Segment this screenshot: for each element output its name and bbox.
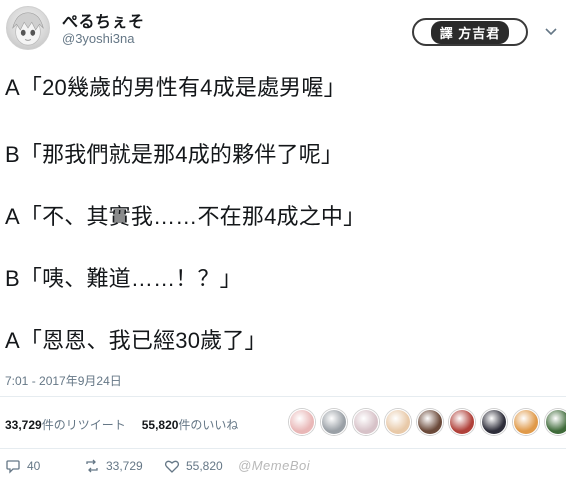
liker-avatar-icon[interactable] (449, 409, 475, 435)
like-stat[interactable]: 55,820件のいいね (142, 418, 239, 432)
liker-avatar-icon[interactable] (289, 409, 315, 435)
tweet-line-3: A「不、其實我……不在那4成之中」 (5, 204, 366, 229)
tweet-line-5: A「恩恩、我已經30歲了」 (5, 328, 267, 353)
watermark: @MemeBoi (238, 458, 311, 473)
engagement-stats: 33,729件のリツイート 55,820件のいいね (5, 416, 238, 433)
tweet-timestamp[interactable]: 7:01 - 2017年9月24日 (5, 372, 122, 389)
retweet-stat-label: 件のリツイート (41, 418, 126, 432)
liker-avatar-icon[interactable] (545, 409, 566, 435)
tweet-line-4: B「咦、難道……！？」 (5, 266, 242, 291)
reply-icon (6, 460, 20, 474)
retweet-stat[interactable]: 33,729件のリツイート (5, 418, 126, 432)
like-stat-count: 55,820 (141, 418, 179, 432)
liker-avatars (289, 409, 566, 435)
retweet-stat-count: 33,729 (5, 418, 42, 432)
profile-avatar[interactable] (6, 6, 50, 50)
like-count: 55,820 (186, 459, 223, 473)
retweet-button[interactable]: 33,729 (84, 458, 143, 474)
chevron-down-icon[interactable] (544, 24, 558, 38)
liker-avatar-icon[interactable] (417, 409, 443, 435)
divider (0, 396, 566, 397)
follow-button-label: 譯 方吉君 (430, 20, 510, 44)
anime-avatar-icon (12, 12, 44, 46)
tweet-line-2: B「那我們就是那4成的夥伴了呢」 (5, 142, 344, 167)
retweet-icon (86, 459, 98, 473)
retweet-count: 33,729 (106, 459, 143, 473)
like-button[interactable]: 55,820 (164, 458, 223, 474)
reply-button[interactable]: 40 (5, 458, 40, 474)
liker-avatar-icon[interactable] (385, 409, 411, 435)
liker-avatar-icon[interactable] (353, 409, 379, 435)
heart-icon (164, 460, 180, 473)
tweet-line-1: A「20幾歲的男性有4成是處男喔」 (5, 75, 346, 100)
liker-avatar-icon[interactable] (481, 409, 507, 435)
liker-avatar-icon[interactable] (513, 409, 539, 435)
follow-button[interactable]: 譯 方吉君 (412, 18, 528, 46)
reply-count: 40 (27, 459, 41, 473)
divider (0, 448, 566, 449)
user-handle[interactable]: @3yoshi3na (62, 31, 134, 46)
liker-avatar-icon[interactable] (321, 409, 347, 435)
display-name[interactable]: ぺるちぇそ (62, 8, 145, 32)
like-stat-label: 件のいいね (178, 418, 239, 432)
